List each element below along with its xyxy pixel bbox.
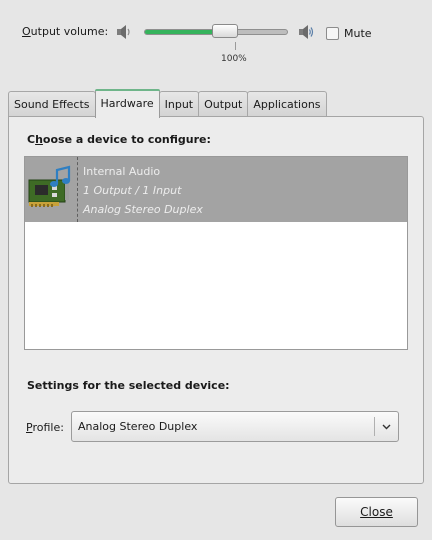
chevron-down-icon[interactable] bbox=[381, 421, 392, 432]
mute-label[interactable]: Mute bbox=[344, 27, 372, 40]
device-row-internal-audio[interactable]: Internal Audio 1 Output / 1 Input Analog… bbox=[25, 157, 407, 222]
volume-100-tick-mark bbox=[235, 42, 236, 50]
choose-device-heading: Choose a device to configure: bbox=[27, 133, 211, 146]
device-profile-summary: Analog Stereo Duplex bbox=[83, 203, 203, 216]
output-volume-label: Output volume: bbox=[22, 25, 109, 38]
speaker-high-icon[interactable] bbox=[298, 23, 314, 41]
device-ports: 1 Output / 1 Input bbox=[83, 184, 182, 197]
close-button[interactable]: Close bbox=[335, 497, 418, 527]
tab-hardware[interactable]: Hardware bbox=[94, 89, 160, 118]
mute-checkbox[interactable] bbox=[326, 27, 339, 40]
volume-value-label: 100% bbox=[221, 54, 247, 64]
tab-applications[interactable]: Applications bbox=[247, 91, 327, 117]
tab-output[interactable]: Output bbox=[198, 91, 249, 117]
profile-label: Profile: bbox=[26, 421, 64, 434]
tab-bar: Sound Effects Hardware Input Output Appl… bbox=[8, 89, 327, 118]
device-settings-heading: Settings for the selected device: bbox=[27, 379, 230, 392]
device-name: Internal Audio bbox=[83, 165, 161, 178]
profile-select-separator bbox=[374, 417, 375, 436]
volume-slider-thumb[interactable] bbox=[211, 24, 238, 38]
device-list[interactable]: Internal Audio 1 Output / 1 Input Analog… bbox=[24, 156, 408, 350]
speaker-low-icon[interactable] bbox=[116, 23, 132, 41]
tab-sound-effects[interactable]: Sound Effects bbox=[8, 91, 96, 117]
sound-card-icon bbox=[28, 165, 71, 207]
profile-select[interactable]: Analog Stereo Duplex bbox=[71, 411, 399, 442]
device-row-separator bbox=[77, 157, 78, 222]
profile-select-value: Analog Stereo Duplex bbox=[78, 420, 198, 433]
close-button-label: Close bbox=[360, 505, 393, 519]
tab-input[interactable]: Input bbox=[158, 91, 200, 117]
